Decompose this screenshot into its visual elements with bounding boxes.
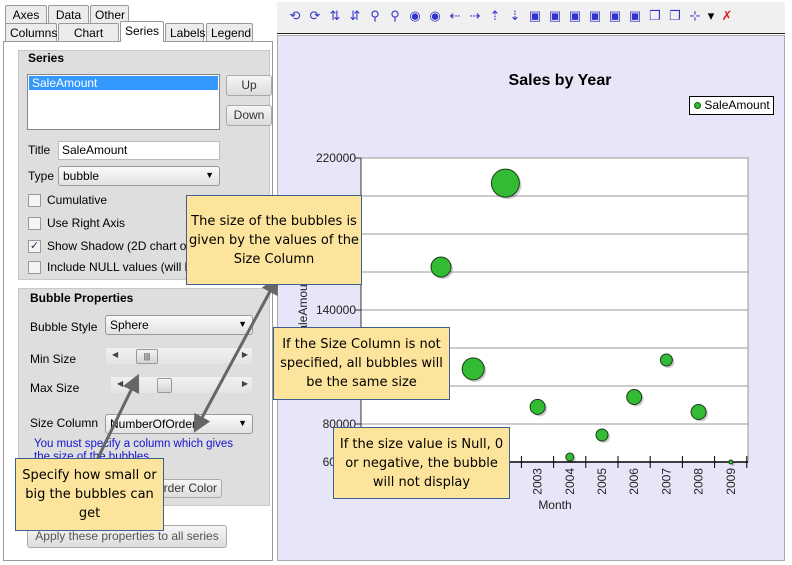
arrow-to-sliders — [94, 373, 140, 463]
callout-size-column: The size of the bubbles is given by the … — [186, 195, 362, 285]
callout-null-value: If the size value is Null, 0 or negative… — [333, 427, 510, 499]
callout-not-specified: If the Size Column is not specified, all… — [273, 327, 450, 400]
arrow-to-size-column — [193, 276, 279, 433]
callout-min-max: Specify how small or big the bubbles can… — [15, 458, 164, 531]
